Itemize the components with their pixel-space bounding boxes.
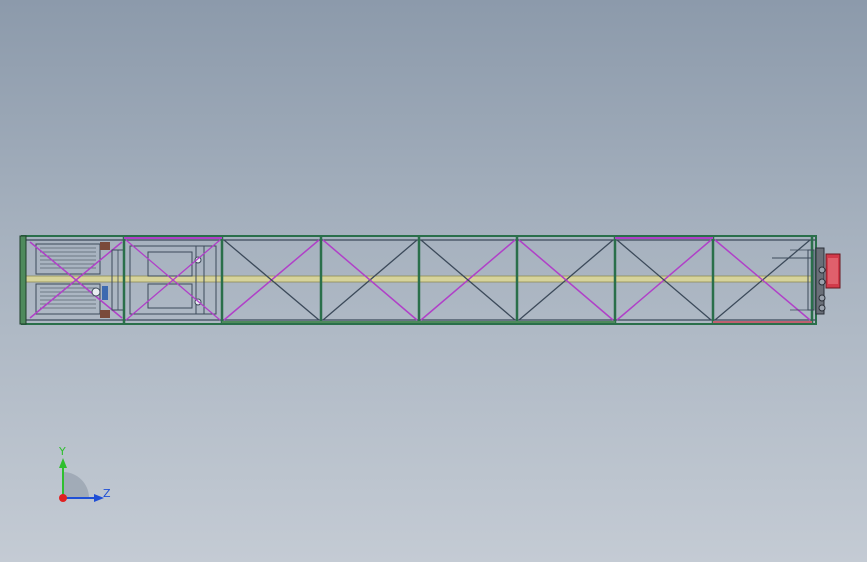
triad-plane-arc [63,472,89,498]
y-axis-arrow [59,458,67,468]
center-rail [21,275,813,283]
cad-viewport[interactable]: Y Z [0,0,867,562]
z-axis-label: Z [103,487,111,500]
truss-model[interactable] [19,235,841,325]
cad-model-drawing: Y Z [19,235,841,502]
axis-triad[interactable]: Y Z [58,445,111,502]
drive-motor [815,247,841,315]
y-axis-label: Y [58,445,66,458]
left-end-plate [19,235,27,325]
triad-origin [59,494,67,502]
